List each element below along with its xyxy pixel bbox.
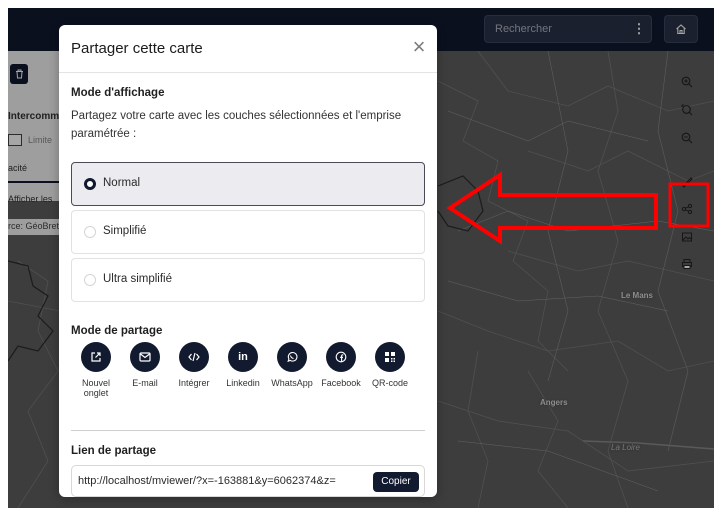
display-mode-description: Partagez votre carte avec les couches sé…	[71, 110, 402, 140]
display-mode-title: Mode d'affichage	[71, 87, 165, 99]
share-embed[interactable]: Intégrer	[171, 342, 217, 388]
share-link-title: Lien de partage	[71, 445, 156, 457]
radio-simplified[interactable]	[84, 226, 96, 238]
linkedin-icon[interactable]: in	[228, 342, 258, 372]
share-circle[interactable]	[375, 342, 405, 372]
radio-normal[interactable]	[84, 178, 96, 190]
share-qr-code[interactable]: QR-code	[367, 342, 413, 388]
facebook-icon	[335, 351, 347, 363]
mail-icon	[139, 352, 151, 362]
share-modal: Partager cette carte × Mode d'affichage …	[59, 25, 437, 497]
share-circle[interactable]	[277, 342, 307, 372]
display-option-ultra-simplified[interactable]: Ultra simplifié	[71, 258, 425, 302]
option-label: Ultra simplifié	[103, 273, 173, 285]
whatsapp-icon	[287, 351, 298, 363]
app-frame: Le Mans Angers La Loire ⋮ Intercomm Limi…	[8, 8, 714, 508]
share-label: E-mail	[132, 378, 158, 388]
share-label: WhatsApp	[271, 378, 313, 388]
share-linkedin[interactable]: in Linkedin	[220, 342, 266, 388]
share-mode-title: Mode de partage	[71, 325, 163, 337]
share-facebook[interactable]: Facebook	[318, 342, 364, 388]
share-new-tab[interactable]: Nouvel onglet	[73, 342, 119, 398]
modal-header: Partager cette carte ×	[59, 25, 437, 73]
share-label: Nouvel onglet	[81, 378, 110, 398]
display-option-normal[interactable]: Normal	[71, 162, 425, 206]
share-circle[interactable]	[81, 342, 111, 372]
option-label: Simplifié	[103, 225, 147, 237]
qr-code-icon	[385, 352, 395, 362]
radio-ultra-simplified[interactable]	[84, 274, 96, 286]
close-button[interactable]: ×	[409, 36, 429, 58]
modal-title: Partager cette carte	[71, 40, 203, 57]
divider	[71, 430, 425, 431]
share-link-box: Copier	[71, 465, 425, 497]
share-link-input[interactable]	[78, 466, 370, 496]
share-label: QR-code	[371, 378, 408, 388]
share-label: Facebook	[321, 378, 361, 388]
code-icon	[188, 352, 200, 362]
share-email[interactable]: E-mail	[122, 342, 168, 388]
share-label: Intégrer	[178, 378, 210, 388]
share-label: Linkedin	[226, 378, 260, 388]
share-circle[interactable]	[179, 342, 209, 372]
display-option-simplified[interactable]: Simplifié	[71, 210, 425, 254]
share-circle[interactable]	[326, 342, 356, 372]
external-link-icon	[91, 352, 101, 362]
option-label: Normal	[103, 177, 141, 189]
share-circle[interactable]	[130, 342, 160, 372]
copy-button[interactable]: Copier	[373, 472, 419, 492]
share-whatsapp[interactable]: WhatsApp	[269, 342, 315, 388]
